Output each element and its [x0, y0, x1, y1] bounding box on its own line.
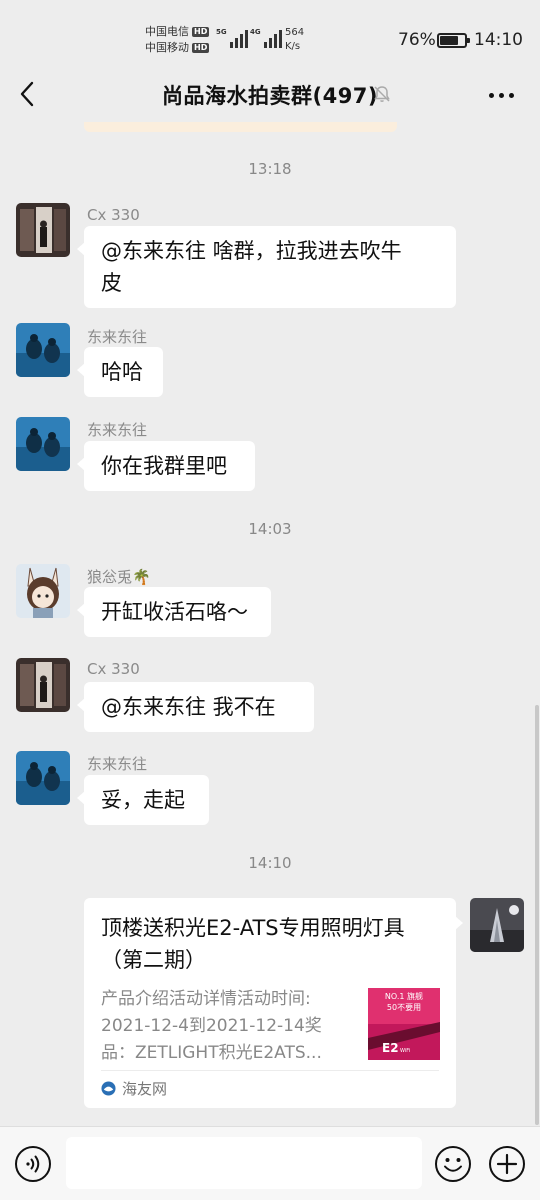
emoji-icon	[435, 1146, 471, 1182]
sender-name: 狼忩兎🌴	[87, 568, 151, 586]
avatar[interactable]	[16, 323, 70, 377]
link-description: 产品介绍活动详情活动时间: 2021-12-4到2021-12-14奖 品：ZE…	[101, 989, 322, 1063]
message-bubble[interactable]: 哈哈	[77, 347, 163, 397]
chat-header: 尚品海水拍卖群(497)	[0, 66, 540, 122]
svg-text:50不要用: 50不要用	[387, 1003, 421, 1012]
status-bar: 中国电信 HD 中国移动 HD 5G 4G 564 K/s 76% 14:10	[0, 0, 540, 66]
hd-badge: HD	[192, 27, 210, 37]
group-title: 尚品海水拍卖群(497)	[161, 84, 379, 108]
input-bar	[0, 1126, 540, 1200]
sender-name: Cx 330	[87, 206, 140, 224]
svg-text:NO.1 旗舰: NO.1 旗舰	[385, 991, 423, 1001]
avatar[interactable]	[16, 751, 70, 805]
signal-4g-icon: 4G	[250, 28, 282, 48]
emoji-button[interactable]	[434, 1145, 472, 1183]
carrier-2: 中国移动	[145, 41, 189, 54]
battery-percent: 76%	[398, 30, 436, 50]
message-bubble[interactable]: 开缸收活石咯～	[77, 587, 271, 637]
message-bubble[interactable]: @东来东往 啥群，拉我进去吹牛 皮	[77, 226, 456, 308]
link-thumbnail: NO.1 旗舰 50不要用 E2 WiFi	[368, 988, 440, 1060]
sender-name: Cx 330	[87, 660, 140, 678]
voice-button[interactable]	[14, 1145, 52, 1183]
svg-text:WiFi: WiFi	[400, 1048, 410, 1054]
link-title: 顶楼送积光E2-ATS专用照明灯具 （第二期）	[101, 916, 405, 972]
link-source: 海友网	[101, 1078, 167, 1099]
message-bubble[interactable]: 你在我群里吧	[77, 441, 255, 491]
sender-name: 东来东往	[87, 421, 148, 439]
time-divider: 14:03	[248, 520, 292, 538]
carrier-info: 中国电信 HD 中国移动 HD	[145, 24, 210, 56]
more-button[interactable]	[484, 78, 520, 110]
message-bubble[interactable]: @东来东往 我不在	[77, 682, 314, 732]
signal-5g-icon: 5G	[216, 28, 248, 48]
hd-badge: HD	[192, 43, 210, 53]
avatar[interactable]	[16, 658, 70, 712]
divider	[101, 1070, 439, 1071]
plus-icon	[489, 1146, 525, 1182]
message-bubble[interactable]: 妥，走起	[77, 775, 209, 825]
link-card-message[interactable]: 顶楼送积光E2-ATS专用照明灯具 （第二期） 产品介绍活动详情活动时间: 20…	[84, 898, 463, 1108]
sender-name: 东来东往	[87, 328, 148, 346]
avatar[interactable]	[16, 203, 70, 257]
svg-text:E2: E2	[382, 1041, 399, 1055]
more-functions-button[interactable]	[488, 1145, 526, 1183]
sender-name: 东来东往	[87, 755, 148, 773]
bell-muted-icon	[372, 84, 392, 104]
voice-icon	[15, 1146, 51, 1182]
network-speed: 564 K/s	[285, 27, 305, 52]
previous-message-fragment	[84, 122, 397, 132]
message-input[interactable]	[66, 1137, 422, 1189]
source-logo-icon	[101, 1081, 116, 1096]
time-divider: 14:10	[248, 854, 292, 872]
chat-messages[interactable]: 13:18 Cx 330 @东来东往 啥群，拉我进去吹牛 皮 东来东往 哈哈 东…	[0, 122, 540, 1126]
battery-icon	[437, 33, 470, 48]
scrollbar[interactable]	[535, 705, 539, 1125]
avatar[interactable]	[16, 417, 70, 471]
avatar[interactable]	[16, 564, 70, 618]
status-time: 14:10	[474, 30, 523, 50]
my-avatar[interactable]	[470, 898, 524, 952]
time-divider: 13:18	[248, 160, 292, 178]
carrier-1: 中国电信	[145, 25, 189, 38]
